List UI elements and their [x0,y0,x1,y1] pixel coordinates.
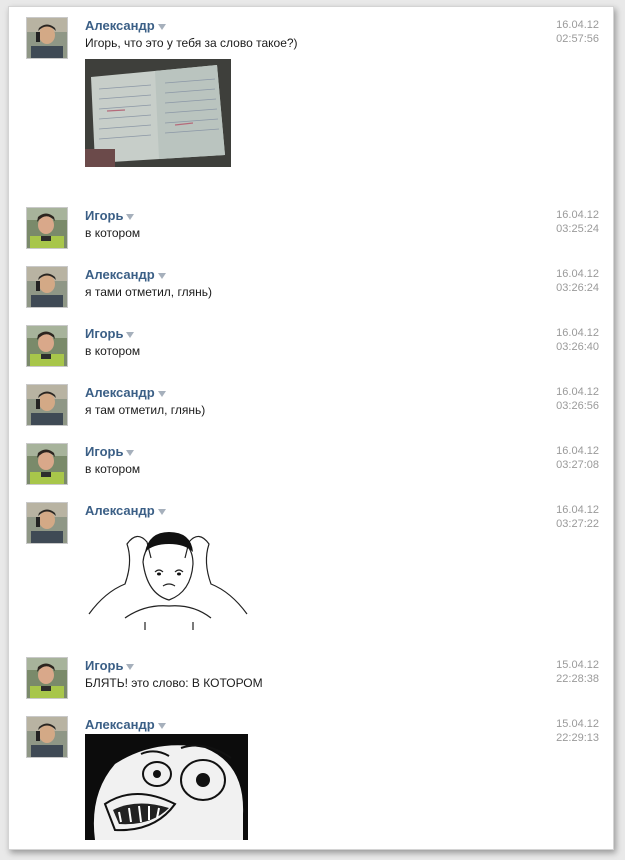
message-text: в котором [85,462,141,476]
avatar-alexander[interactable] [26,17,68,59]
message-text: Игорь, что это у тебя за слово такое?) [85,36,298,50]
message-text: в котором [85,344,141,358]
caret-down-icon[interactable] [157,722,166,729]
message-item: Александр я тами отметил, глянь) 16.04.1… [9,256,613,314]
avatar-alexander[interactable] [26,502,68,544]
caret-down-icon[interactable] [157,23,166,30]
message-item: Игорь БЛЯТЬ! это слово: В КОТОРОМ 15.04.… [9,647,613,705]
message-item: Александр 16.04.12 03:27:22 [9,492,613,642]
message-item: Александр 15.04.12 22:29:13 [9,706,613,849]
author-name[interactable]: Александр [85,717,166,732]
timestamp: 15.04.12 22:28:38 [556,659,599,685]
avatar-igor[interactable] [26,207,68,249]
message-item: Игорь в котором 16.04.12 03:25:24 [9,197,613,255]
timestamp: 16.04.12 03:25:24 [556,209,599,235]
timestamp: 16.04.12 03:26:40 [556,327,599,353]
author-name[interactable]: Игорь [85,444,135,459]
notebook-photo-attachment[interactable] [85,59,231,167]
author-name[interactable]: Александр [85,267,166,282]
author-name[interactable]: Александр [85,385,166,400]
timestamp: 16.04.12 03:26:24 [556,268,599,294]
jackie-chan-meme-attachment[interactable] [85,522,251,630]
timestamp: 16.04.12 02:57:56 [556,19,599,45]
message-text: я там отметил, глянь) [85,403,206,417]
raging-face-meme-attachment[interactable] [85,734,248,840]
caret-down-icon[interactable] [126,213,135,220]
avatar-alexander[interactable] [26,266,68,308]
avatar-alexander[interactable] [26,716,68,758]
author-name[interactable]: Игорь [85,326,135,341]
conversation-frame: Александр Игорь, что это у тебя за слово… [8,6,614,850]
caret-down-icon[interactable] [157,508,166,515]
message-text: БЛЯТЬ! это слово: В КОТОРОМ [85,676,263,690]
message-item: Игорь в котором 16.04.12 03:26:40 [9,315,613,373]
caret-down-icon[interactable] [126,663,135,670]
author-name[interactable]: Игорь [85,208,135,223]
caret-down-icon[interactable] [157,390,166,397]
author-name[interactable]: Игорь [85,658,135,673]
author-name[interactable]: Александр [85,503,166,518]
message-item: Игорь в котором 16.04.12 03:27:08 [9,433,613,491]
message-item: Александр я там отметил, глянь) 16.04.12… [9,374,613,432]
message-item: Александр Игорь, что это у тебя за слово… [9,7,613,197]
timestamp: 16.04.12 03:27:22 [556,504,599,530]
avatar-igor[interactable] [26,325,68,367]
caret-down-icon[interactable] [126,331,135,338]
caret-down-icon[interactable] [126,449,135,456]
caret-down-icon[interactable] [157,272,166,279]
avatar-igor[interactable] [26,443,68,485]
timestamp: 16.04.12 03:27:08 [556,445,599,471]
timestamp: 16.04.12 03:26:56 [556,386,599,412]
avatar-alexander[interactable] [26,384,68,426]
author-name[interactable]: Александр [85,18,166,33]
avatar-igor[interactable] [26,657,68,699]
timestamp: 15.04.12 22:29:13 [556,718,599,744]
message-text: я тами отметил, глянь) [85,285,212,299]
message-text: в котором [85,226,141,240]
